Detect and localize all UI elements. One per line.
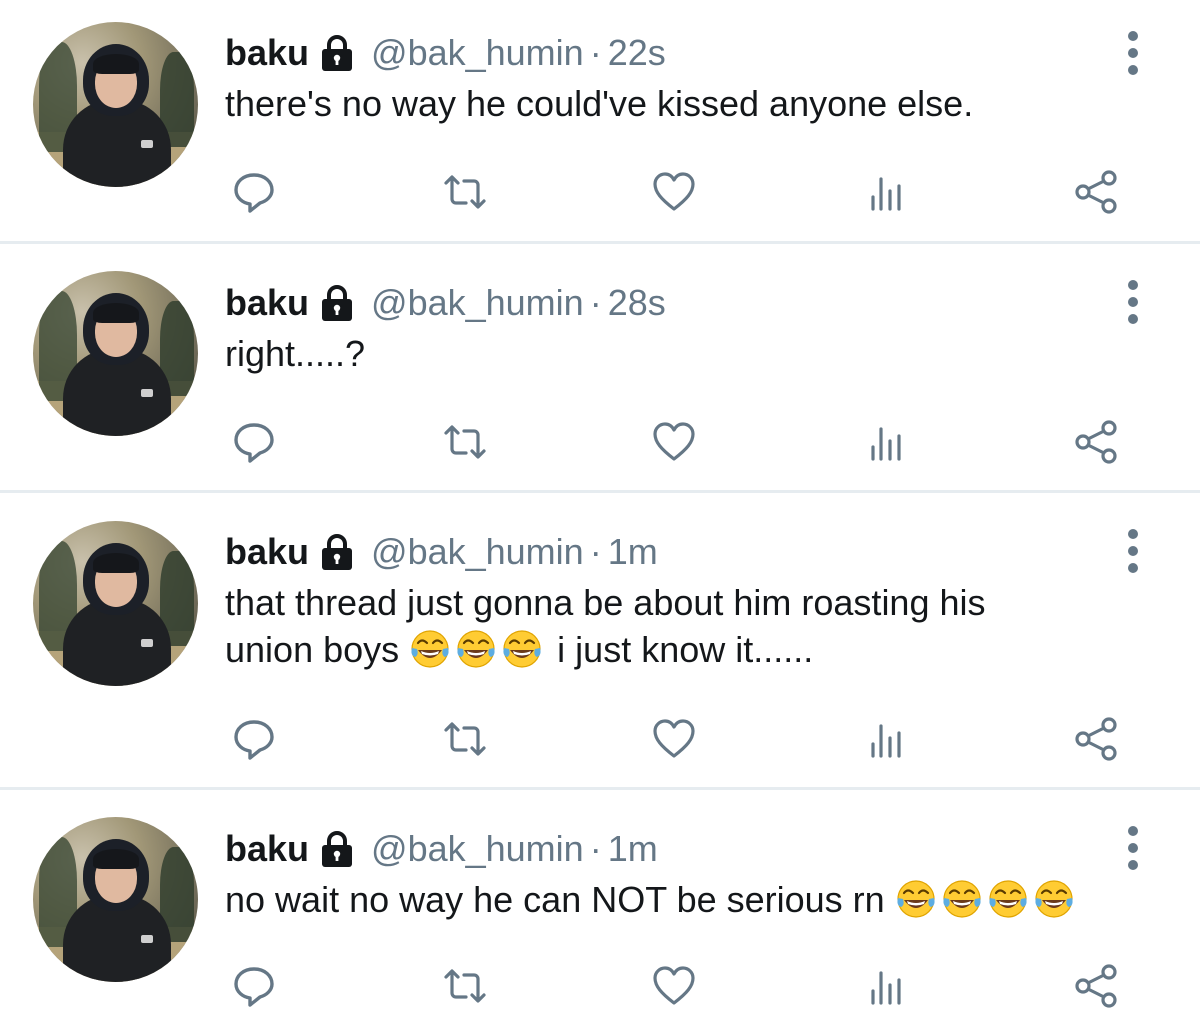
face-with-tears-of-joy-emoji (895, 878, 937, 920)
tweet-text-line: right.....? (225, 333, 366, 374)
avatar[interactable] (33, 22, 198, 187)
display-name[interactable]: baku (225, 282, 309, 324)
analytics-button[interactable] (862, 168, 910, 216)
reply-icon (234, 967, 274, 1007)
share-icon (1075, 420, 1117, 464)
retweet-icon (444, 425, 486, 459)
tweet-feed: baku @bak_humin · 22s there's no way he … (0, 0, 1200, 1035)
heart-icon (653, 966, 695, 1005)
face-with-tears-of-joy-emoji (987, 878, 1029, 920)
heart-icon (653, 172, 695, 211)
meta-separator: · (589, 531, 602, 572)
tweet-text: no wait no way he can NOT be serious rn (225, 876, 1175, 923)
like-button[interactable] (650, 168, 698, 216)
heart-icon (653, 422, 695, 461)
tweet-text-line: there's no way he could've kissed anyone… (225, 83, 974, 124)
retweet-button[interactable] (441, 962, 489, 1010)
tweet-text: right.....? (225, 330, 1175, 377)
tweet[interactable]: baku @bak_humin · 1m no wait no way he c… (0, 790, 1200, 1035)
reply-button[interactable] (230, 715, 278, 763)
reply-icon (234, 173, 274, 213)
analytics-icon (871, 427, 901, 461)
reply-icon (234, 720, 274, 760)
retweet-button[interactable] (441, 418, 489, 466)
analytics-button[interactable] (862, 962, 910, 1010)
analytics-button[interactable] (862, 715, 910, 763)
tweet[interactable]: baku @bak_humin · 28s right.....? (0, 244, 1200, 492)
avatar[interactable] (33, 271, 198, 436)
share-icon (1075, 170, 1117, 214)
emoji-group (895, 879, 1079, 920)
more-options-icon[interactable] (1124, 529, 1142, 573)
retweet-button[interactable] (441, 715, 489, 763)
tweet[interactable]: baku @bak_humin · 22s there's no way he … (0, 0, 1200, 243)
reply-button[interactable] (230, 962, 278, 1010)
emoji-group (409, 629, 547, 670)
lock-icon (322, 285, 353, 321)
analytics-button[interactable] (862, 418, 910, 466)
tweet-text-line: no wait no way he can NOT be serious rn (225, 879, 885, 920)
share-button[interactable] (1072, 418, 1120, 466)
analytics-icon (871, 177, 901, 211)
retweet-button[interactable] (441, 168, 489, 216)
timestamp[interactable]: 1m (608, 828, 658, 870)
like-button[interactable] (650, 418, 698, 466)
lock-icon (322, 534, 353, 570)
analytics-icon (871, 724, 901, 758)
share-button[interactable] (1072, 715, 1120, 763)
display-name[interactable]: baku (225, 531, 309, 573)
more-options-icon[interactable] (1124, 31, 1142, 75)
tweet-text-line: union boys i just know it...... (225, 626, 1175, 673)
user-handle[interactable]: @bak_humin (371, 828, 584, 870)
tweet-text-line: that thread just gonna be about him roas… (225, 582, 986, 623)
face-with-tears-of-joy-emoji (941, 878, 983, 920)
tweet-text-fragment: union boys (225, 629, 400, 670)
like-button[interactable] (650, 715, 698, 763)
share-button[interactable] (1072, 962, 1120, 1010)
face-with-tears-of-joy-emoji (409, 628, 451, 670)
analytics-icon (871, 971, 901, 1005)
like-button[interactable] (650, 962, 698, 1010)
reply-button[interactable] (230, 418, 278, 466)
user-handle[interactable]: @bak_humin (371, 282, 584, 324)
more-options-icon[interactable] (1124, 826, 1142, 870)
more-options-icon[interactable] (1124, 280, 1142, 324)
display-name[interactable]: baku (225, 32, 309, 74)
tweet-text: there's no way he could've kissed anyone… (225, 80, 1175, 127)
tweet-text: that thread just gonna be about him roas… (225, 579, 1175, 673)
share-icon (1075, 717, 1117, 761)
retweet-icon (444, 722, 486, 756)
timestamp[interactable]: 28s (608, 282, 666, 324)
face-with-tears-of-joy-emoji (455, 628, 497, 670)
meta-separator: · (589, 32, 602, 73)
user-handle[interactable]: @bak_humin (371, 32, 584, 74)
tweet[interactable]: baku @bak_humin · 1m that thread just go… (0, 493, 1200, 789)
heart-icon (653, 719, 695, 758)
timestamp[interactable]: 1m (608, 531, 658, 573)
share-button[interactable] (1072, 168, 1120, 216)
retweet-icon (444, 969, 486, 1003)
tweet-text-fragment: i just know it...... (557, 629, 814, 670)
avatar[interactable] (33, 817, 198, 982)
retweet-icon (444, 175, 486, 209)
lock-icon (322, 831, 353, 867)
user-handle[interactable]: @bak_humin (371, 531, 584, 573)
timestamp[interactable]: 22s (608, 32, 666, 74)
reply-icon (234, 423, 274, 463)
meta-separator: · (589, 282, 602, 323)
lock-icon (322, 35, 353, 71)
meta-separator: · (589, 828, 602, 869)
face-with-tears-of-joy-emoji (501, 628, 543, 670)
avatar[interactable] (33, 521, 198, 686)
face-with-tears-of-joy-emoji (1033, 878, 1075, 920)
share-icon (1075, 964, 1117, 1008)
display-name[interactable]: baku (225, 828, 309, 870)
reply-button[interactable] (230, 168, 278, 216)
